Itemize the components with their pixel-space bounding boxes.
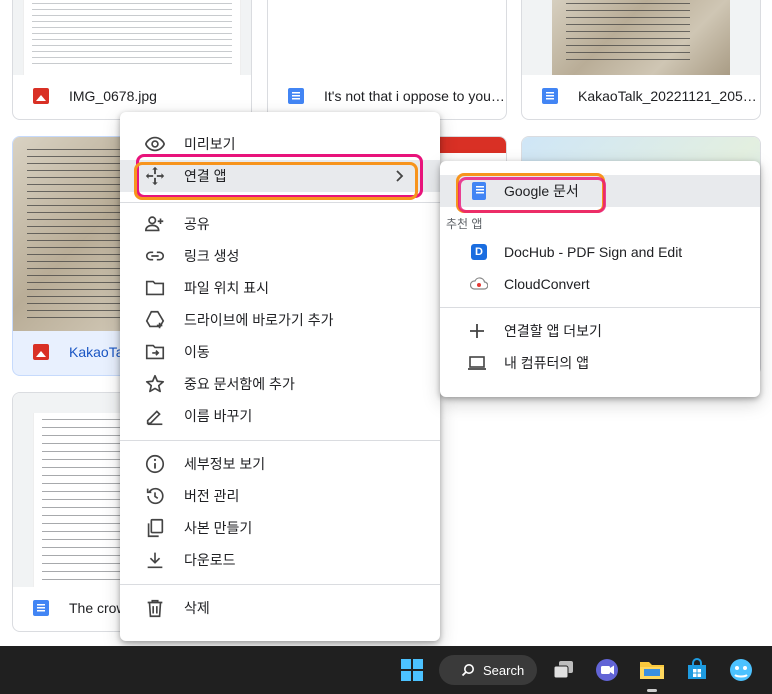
search-icon [461,664,474,677]
menu-item-move[interactable]: 이동 [120,336,440,368]
annotation-highlight [458,177,606,213]
taskbar-search-label: Search [483,662,525,678]
windows-taskbar: Search [0,646,772,694]
file-name: IMG_0678.jpg [69,88,157,104]
file-card[interactable]: IMG_0678.jpg [12,0,252,120]
menu-item-label: 링크 생성 [184,248,240,264]
teams-chat-icon[interactable] [594,657,620,683]
docs-file-icon [288,88,304,104]
context-menu: 미리보기 연결 앱 공유 링크 생성 파일 위치 표시 드라이브에 바로가기 추… [120,112,440,641]
image-file-icon [33,344,49,360]
docs-file-icon [542,88,558,104]
image-file-icon [33,88,49,104]
menu-item-label: 드라이브에 바로가기 추가 [184,312,334,328]
app-icon[interactable] [727,656,755,684]
file-name: KakaoTalk_20221121_2056... [578,88,760,104]
download-icon [144,549,166,571]
submenu-item-more-apps[interactable]: 연결할 앱 더보기 [440,315,760,347]
menu-item-label: 파일 위치 표시 [184,280,270,296]
file-name: The crow [69,600,127,616]
person-add-icon [144,213,166,235]
pencil-icon [144,405,166,427]
submenu-item-label: 내 컴퓨터의 앱 [504,355,590,371]
suggested-apps-header: 추천 앱 [446,217,483,231]
menu-item-details[interactable]: 세부정보 보기 [120,448,440,480]
laptop-icon [466,352,488,374]
plus-icon [466,320,488,342]
menu-item-label: 공유 [184,216,210,232]
info-icon [144,453,166,475]
menu-item-show-location[interactable]: 파일 위치 표시 [120,272,440,304]
open-with-submenu: Google 문서 추천 앱 D DocHub - PDF Sign and E… [440,161,760,397]
submenu-item-computer-apps[interactable]: 내 컴퓨터의 앱 [440,347,760,379]
menu-item-add-starred[interactable]: 중요 문서함에 추가 [120,368,440,400]
start-button[interactable] [398,656,426,684]
submenu-item-label: DocHub - PDF Sign and Edit [504,244,683,260]
folder-icon [144,277,166,299]
file-explorer-icon[interactable] [638,656,666,692]
menu-item-label: 이름 바꾸기 [184,408,253,424]
file-thumbnail [268,0,506,75]
menu-item-label: 사본 만들기 [184,520,253,536]
file-name: KakaoTa [69,344,124,360]
taskbar-search[interactable]: Search [439,655,537,685]
task-view-icon[interactable] [550,658,578,682]
file-card[interactable]: KakaoTalk_20221121_2056... [521,0,761,120]
menu-item-label: 세부정보 보기 [184,456,266,472]
cloudconvert-icon [468,273,490,295]
menu-item-label: 이동 [184,344,210,360]
menu-item-add-shortcut[interactable]: 드라이브에 바로가기 추가 [120,304,440,336]
annotation-highlight [134,162,418,200]
eye-icon [144,133,166,155]
file-thumbnail [13,0,251,75]
menu-item-manage-versions[interactable]: 버전 관리 [120,480,440,512]
move-icon [144,341,166,363]
menu-item-get-link[interactable]: 링크 생성 [120,240,440,272]
submenu-item-label: CloudConvert [504,276,590,292]
menu-item-label: 버전 관리 [184,488,240,504]
link-icon [144,245,166,267]
submenu-item-cloudconvert[interactable]: CloudConvert [440,268,760,300]
menu-item-share[interactable]: 공유 [120,208,440,240]
trash-icon [144,597,166,619]
copy-icon [144,517,166,539]
windows-logo-icon [401,659,423,681]
menu-item-label: 미리보기 [184,136,236,152]
menu-item-label: 중요 문서함에 추가 [184,376,295,392]
menu-item-delete[interactable]: 삭제 [120,592,440,624]
menu-item-label: 삭제 [184,600,210,616]
submenu-item-dochub[interactable]: D DocHub - PDF Sign and Edit [440,236,760,268]
file-thumbnail [522,0,760,75]
submenu-item-label: 연결할 앱 더보기 [504,323,602,339]
dochub-icon: D [468,241,490,263]
file-name: It's not that i oppose to your... [324,88,506,104]
star-icon [144,373,166,395]
menu-item-download[interactable]: 다운로드 [120,544,440,576]
menu-item-label: 다운로드 [184,552,236,568]
file-card[interactable]: It's not that i oppose to your... [267,0,507,120]
menu-item-make-copy[interactable]: 사본 만들기 [120,512,440,544]
menu-item-rename[interactable]: 이름 바꾸기 [120,400,440,432]
store-icon[interactable] [683,656,711,684]
history-icon [144,485,166,507]
add-shortcut-icon [144,309,166,331]
docs-file-icon [33,600,49,616]
